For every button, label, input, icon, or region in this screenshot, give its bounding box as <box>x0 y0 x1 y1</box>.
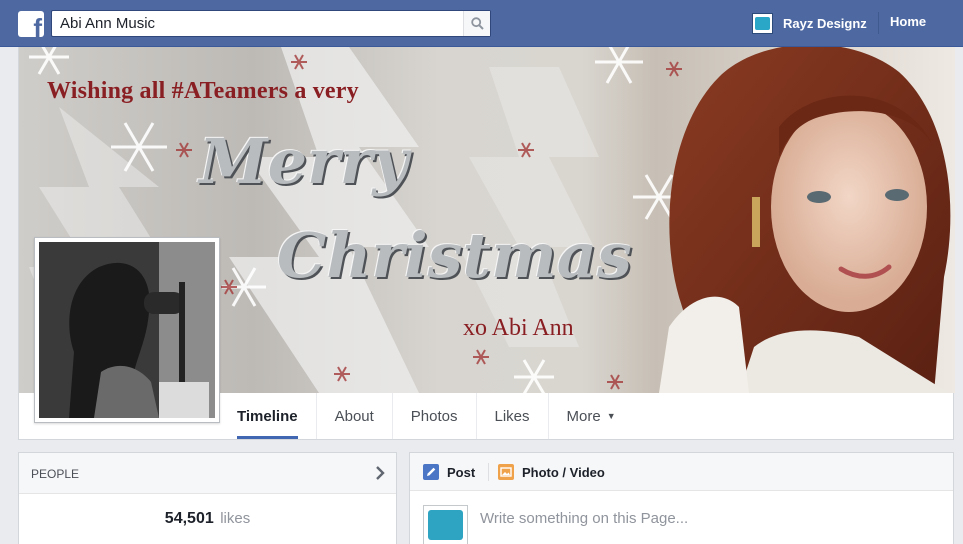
likes-label: likes <box>220 510 251 527</box>
composer-tab-photo-video[interactable]: Photo / Video <box>498 453 605 491</box>
user-name: Rayz Designz <box>783 15 867 31</box>
people-card: PEOPLE 54,501 likes <box>18 452 397 544</box>
cover-merry-text: Merry <box>199 125 409 198</box>
facebook-logo-icon[interactable]: f <box>18 11 44 37</box>
search-box <box>51 10 491 37</box>
post-composer: Post Photo / Video <box>409 452 954 544</box>
tab-photos[interactable]: Photos <box>393 393 477 439</box>
tab-about[interactable]: About <box>317 393 393 439</box>
composer-tab-divider <box>488 463 489 481</box>
home-link[interactable]: Home <box>890 14 926 29</box>
pencil-icon <box>423 464 439 480</box>
people-title: PEOPLE <box>31 467 80 481</box>
page-tabs: Timeline About Photos Likes More ▼ <box>219 393 634 439</box>
composer-tabs: Post Photo / Video <box>410 453 953 491</box>
likes-count: 54,501 <box>164 510 214 527</box>
chevron-right-icon[interactable] <box>374 465 386 481</box>
composer-avatar <box>423 505 468 544</box>
likes-summary: 54,501 likes <box>19 494 396 543</box>
cover-christmas-text: Christmas <box>277 219 632 292</box>
people-header[interactable]: PEOPLE <box>19 453 396 494</box>
caret-down-icon: ▼ <box>606 411 616 421</box>
profile-picture[interactable] <box>34 237 220 423</box>
profile-photo-image <box>39 242 215 418</box>
search-button[interactable] <box>463 11 490 36</box>
cover-signature-text: xo Abi Ann <box>463 315 574 341</box>
top-navigation-bar: f Rayz Designz Home <box>0 0 963 47</box>
page-header-card: Wishing all #ATeamers a very Merry Chris… <box>18 47 955 440</box>
user-profile-link[interactable]: Rayz Designz <box>752 12 867 34</box>
composer-tab-post[interactable]: Post <box>423 453 475 491</box>
tab-timeline[interactable]: Timeline <box>219 393 317 439</box>
tab-more[interactable]: More ▼ <box>549 393 634 439</box>
cover-greeting-text: Wishing all #ATeamers a very <box>47 78 359 104</box>
search-icon <box>471 17 484 30</box>
user-avatar <box>752 12 773 34</box>
search-input[interactable] <box>52 11 462 36</box>
composer-text-input[interactable] <box>480 507 940 529</box>
photo-icon <box>498 464 514 480</box>
tab-likes[interactable]: Likes <box>477 393 549 439</box>
nav-divider <box>878 12 879 34</box>
